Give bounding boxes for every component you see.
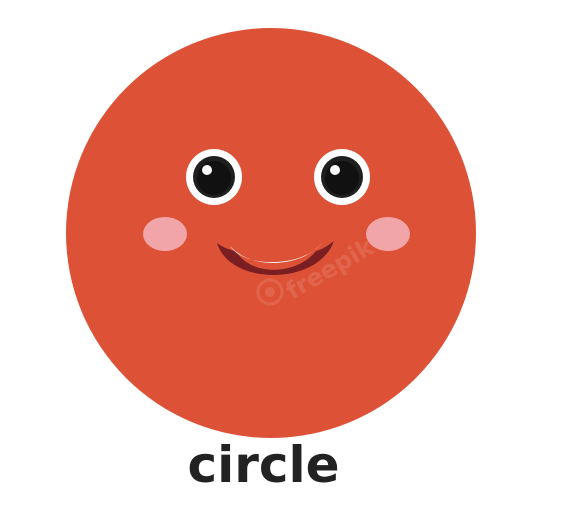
right-eye-icon [314, 149, 370, 205]
left-eye-icon [186, 149, 242, 205]
left-cheek [143, 217, 187, 251]
circle-face [66, 28, 476, 438]
left-pupil [197, 161, 231, 195]
shape-caption: circle [187, 436, 340, 494]
right-eye-highlight [330, 165, 340, 175]
right-pupil [325, 161, 359, 195]
right-cheek [366, 217, 410, 251]
left-eye-highlight [202, 165, 212, 175]
